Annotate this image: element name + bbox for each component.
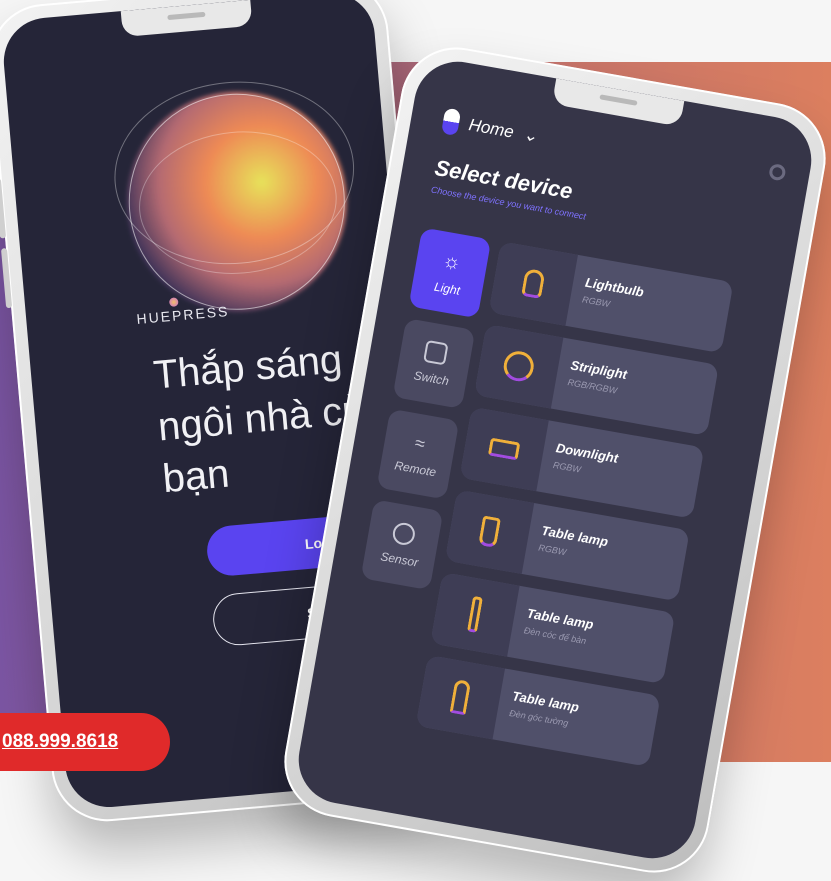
sensor-icon	[391, 521, 417, 547]
category-label: Remote	[393, 457, 438, 479]
hotline-link[interactable]: 088.999.8618	[0, 713, 170, 771]
wifi-icon: ≈	[413, 432, 427, 454]
brand-logo: HUEPRESS	[135, 302, 230, 327]
category-light[interactable]: ☼ Light	[408, 227, 492, 319]
settings-icon[interactable]	[768, 162, 787, 182]
category-label: Switch	[412, 368, 450, 389]
device-type: RGB/RGBW	[566, 377, 618, 396]
location-selector[interactable]: Home ⌄	[441, 107, 540, 150]
device-type: RGBW	[552, 459, 582, 475]
table-lamp-icon	[415, 654, 506, 740]
lightbulb-icon: ☼	[440, 249, 463, 275]
switch-icon	[423, 339, 449, 366]
device-type: RGBW	[537, 542, 568, 558]
striplight-icon	[474, 324, 564, 409]
category-label: Sensor	[379, 549, 420, 570]
notch	[120, 0, 253, 38]
home-toggle-icon	[441, 107, 462, 137]
device-type: RGBW	[581, 294, 611, 310]
table-lamp-icon	[430, 572, 520, 657]
downlight-icon	[459, 406, 549, 492]
chevron-down-icon: ⌄	[521, 124, 540, 146]
category-sensor[interactable]: Sensor	[360, 499, 444, 591]
notch	[551, 78, 685, 127]
lightbulb-icon	[488, 241, 578, 326]
table-lamp-icon	[444, 489, 535, 574]
location-label: Home	[467, 115, 516, 142]
volume-up-button	[0, 178, 7, 239]
category-switch[interactable]: Switch	[392, 318, 476, 409]
category-remote[interactable]: ≈ Remote	[376, 408, 460, 500]
brand-logo-dot	[168, 297, 179, 308]
category-label: Light	[433, 279, 462, 298]
